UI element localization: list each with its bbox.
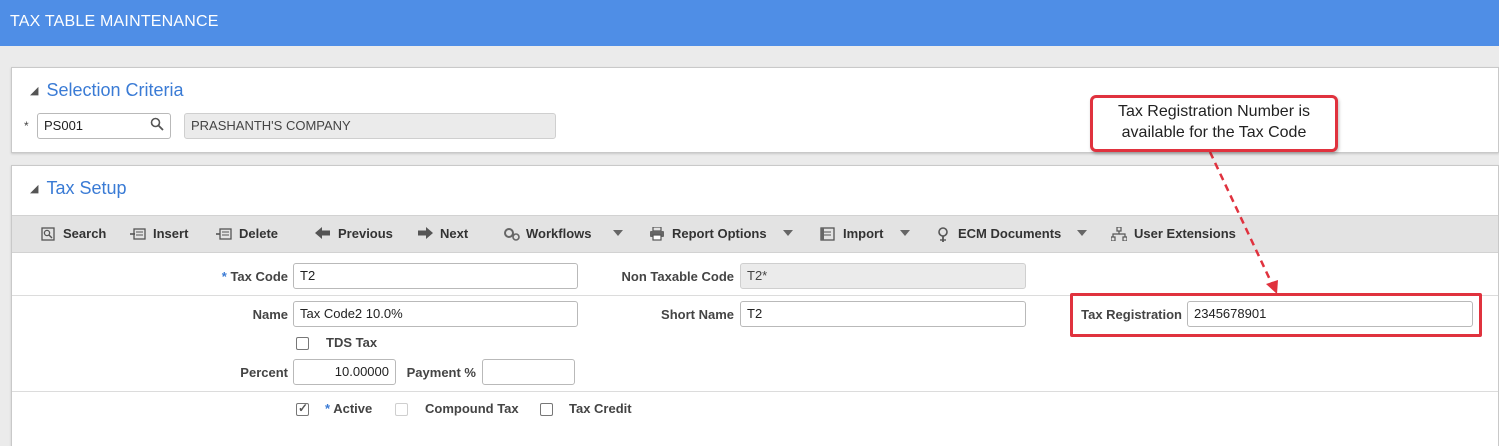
next-label: Next (440, 226, 469, 241)
delete-label: Delete (239, 226, 279, 241)
search-label: Search (63, 226, 107, 241)
arrow-left-icon (315, 226, 331, 241)
delete-button[interactable]: Delete (216, 226, 278, 241)
tax-code-label: * Tax Code (221, 269, 288, 284)
insert-button[interactable]: Insert (130, 226, 188, 241)
window-title: TAX TABLE MAINTENANCE (0, 0, 1499, 46)
search-icon (40, 226, 56, 241)
insert-label: Insert (153, 226, 189, 241)
selection-criteria-title: Selection Criteria (46, 80, 184, 100)
report-options-label: Report Options (672, 226, 767, 241)
payment-percent-label: Payment % (406, 365, 476, 380)
tax-setup-title: Tax Setup (46, 178, 127, 198)
previous-button[interactable]: Previous (315, 226, 393, 241)
name-input[interactable]: Tax Code2 10.0% (293, 301, 578, 327)
percent-label: Percent (240, 365, 288, 380)
tax-code-input[interactable]: T2 (293, 263, 578, 289)
tds-tax-checkbox[interactable] (296, 337, 309, 350)
annotation-callout: Tax Registration Number is available for… (1090, 95, 1338, 152)
company-code-input[interactable]: PS001 (37, 113, 171, 139)
company-code-value: PS001 (44, 118, 84, 133)
next-button[interactable]: Next (417, 226, 468, 241)
import-dropdown-icon[interactable] (900, 230, 910, 236)
report-options-button[interactable]: Report Options (649, 225, 767, 241)
gears-icon (503, 227, 520, 241)
payment-percent-input[interactable] (482, 359, 575, 385)
name-label: Name (252, 307, 288, 322)
short-name-input[interactable]: T2 (740, 301, 1026, 327)
toolbar: Search Insert Delete Previous Next Workf… (12, 215, 1498, 253)
collapse-triangle-icon[interactable]: ◢ (30, 182, 38, 195)
compound-tax-checkbox[interactable] (395, 403, 408, 416)
selection-criteria-header[interactable]: ◢ Selection Criteria (30, 80, 184, 101)
percent-input[interactable]: 10.00000 (293, 359, 396, 385)
arrow-right-icon (417, 226, 433, 241)
ecm-documents-button[interactable]: ECM Documents (935, 226, 1062, 242)
workflows-button[interactable]: Workflows (503, 226, 592, 241)
delete-icon (216, 227, 232, 241)
ecm-documents-label: ECM Documents (958, 226, 1062, 241)
report-options-dropdown-icon[interactable] (783, 230, 793, 236)
collapse-triangle-icon[interactable]: ◢ (30, 84, 38, 97)
previous-label: Previous (338, 226, 393, 241)
tax-registration-highlight (1070, 293, 1482, 337)
search-icon[interactable] (150, 117, 164, 134)
callout-line-2: available for the Tax Code (1121, 124, 1307, 141)
short-name-label: Short Name (661, 307, 734, 322)
search-button[interactable]: Search (40, 226, 106, 241)
required-marker: * (24, 119, 29, 133)
non-taxable-code-field: T2* (740, 263, 1026, 289)
workflows-label: Workflows (526, 226, 592, 241)
workflows-dropdown-icon[interactable] (613, 230, 623, 236)
tax-credit-checkbox[interactable] (540, 403, 553, 416)
import-label: Import (843, 226, 884, 241)
insert-icon (130, 227, 146, 241)
printer-icon (649, 225, 665, 241)
import-icon (820, 226, 836, 241)
callout-line-1: Tax Registration Number is (1117, 103, 1311, 120)
tax-setup-header[interactable]: ◢ Tax Setup (30, 178, 127, 199)
company-name-field: PRASHANTH'S COMPANY (184, 113, 556, 139)
tds-tax-label: TDS Tax (326, 335, 378, 350)
tax-credit-label: Tax Credit (569, 401, 632, 416)
active-checkbox[interactable] (296, 401, 309, 416)
ecm-documents-dropdown-icon[interactable] (1077, 230, 1087, 236)
row-divider (12, 391, 1498, 392)
hierarchy-icon (1110, 225, 1128, 242)
user-extensions-label: User Extensions (1134, 226, 1236, 241)
ecm-icon (935, 226, 951, 242)
import-button[interactable]: Import (820, 226, 883, 241)
user-extensions-button[interactable]: User Extensions (1110, 225, 1236, 242)
compound-tax-label: Compound Tax (425, 401, 519, 416)
active-label: * Active (325, 401, 373, 416)
non-taxable-code-label: Non Taxable Code (621, 269, 734, 284)
